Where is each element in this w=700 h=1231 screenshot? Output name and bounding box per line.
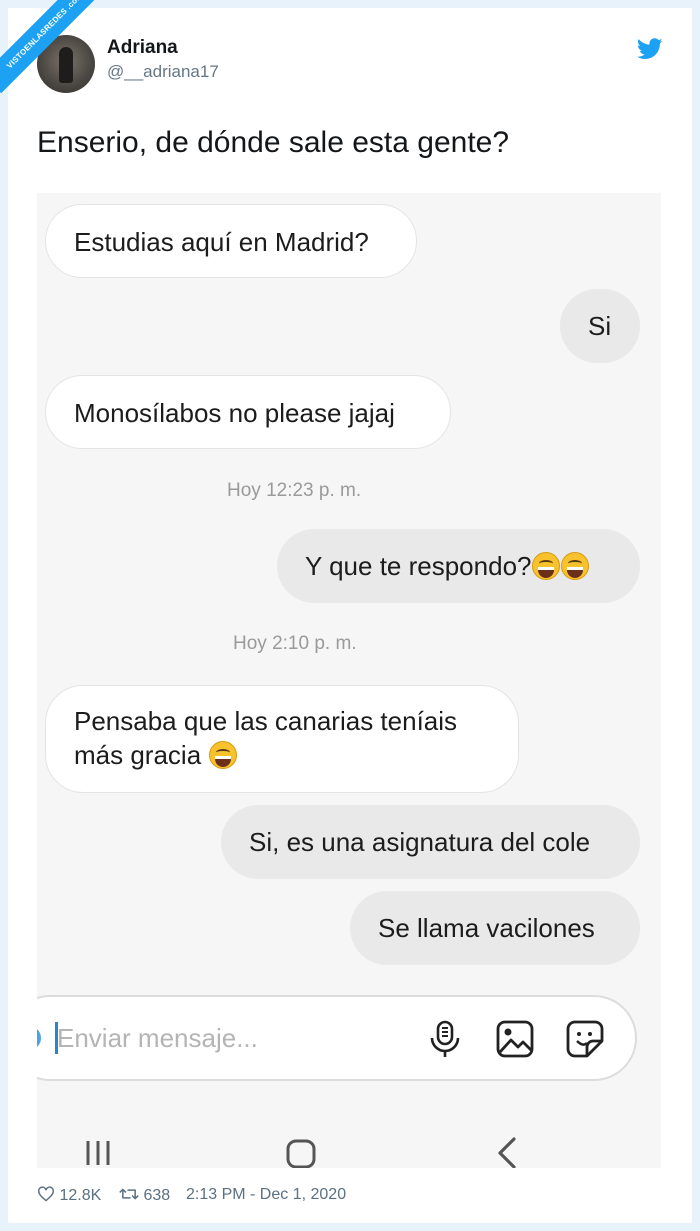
outgoing-message: Si, es una asignatura del cole: [221, 805, 640, 879]
laughing-emoji-icon: [532, 552, 561, 580]
tweet-text: Enserio, de dónde sale esta gente?: [37, 126, 510, 159]
chat-screenshot: Estudias aquí en Madrid? Si Monosílabos …: [37, 193, 661, 1168]
incoming-message: Monosílabos no please jajaj: [45, 375, 451, 449]
microphone-icon[interactable]: [425, 1019, 465, 1059]
message-input-placeholder: Enviar mensaje...: [57, 1023, 258, 1053]
twitter-bird-icon[interactable]: [637, 38, 663, 60]
like-count: 12.8K: [59, 1187, 102, 1204]
message-timestamp: Hoy 2:10 p. m.: [233, 633, 357, 654]
outgoing-message: Y que te respondo?: [277, 529, 640, 603]
laughing-emoji-icon: [561, 552, 590, 580]
message-text: Si, es una asignatura del cole: [249, 827, 591, 857]
outgoing-message: Se llama vacilones: [350, 891, 640, 965]
home-icon[interactable]: [285, 1138, 317, 1168]
author-handle[interactable]: @__adriana17: [107, 62, 219, 82]
tweet-timestamp[interactable]: 2:13 PM - Dec 1, 2020: [186, 1186, 346, 1204]
message-text-line: más gracia: [74, 740, 202, 770]
recent-apps-icon[interactable]: [83, 1138, 113, 1168]
retweet-button[interactable]: 638: [119, 1186, 170, 1205]
back-icon[interactable]: [495, 1136, 519, 1168]
message-text: Monosílabos no please jajaj: [74, 398, 395, 428]
message-text: Y que te respondo?: [305, 551, 532, 581]
gallery-icon[interactable]: [495, 1019, 535, 1059]
retweet-icon: [119, 1188, 139, 1200]
retweet-count: 638: [143, 1187, 171, 1204]
message-text-line: Pensaba que las canarias teníais: [74, 706, 458, 736]
sticker-icon[interactable]: [565, 1019, 605, 1059]
incoming-message: Estudias aquí en Madrid?: [45, 204, 417, 278]
message-text: Se llama vacilones: [378, 913, 595, 943]
message-timestamp: Hoy 12:23 p. m.: [227, 480, 362, 501]
outgoing-message: Si: [560, 289, 640, 363]
avatar-figure: [59, 47, 73, 83]
incoming-message: Pensaba que las canarias teníais más gra…: [45, 685, 519, 793]
message-text: Estudias aquí en Madrid?: [74, 227, 369, 257]
author-name[interactable]: Adriana: [107, 37, 178, 59]
like-button[interactable]: 12.8K: [37, 1186, 101, 1205]
heart-icon: [38, 1186, 54, 1202]
laughing-emoji-icon: [209, 741, 238, 769]
message-text: Si: [588, 311, 612, 341]
android-navigation-bar: [37, 1098, 661, 1168]
